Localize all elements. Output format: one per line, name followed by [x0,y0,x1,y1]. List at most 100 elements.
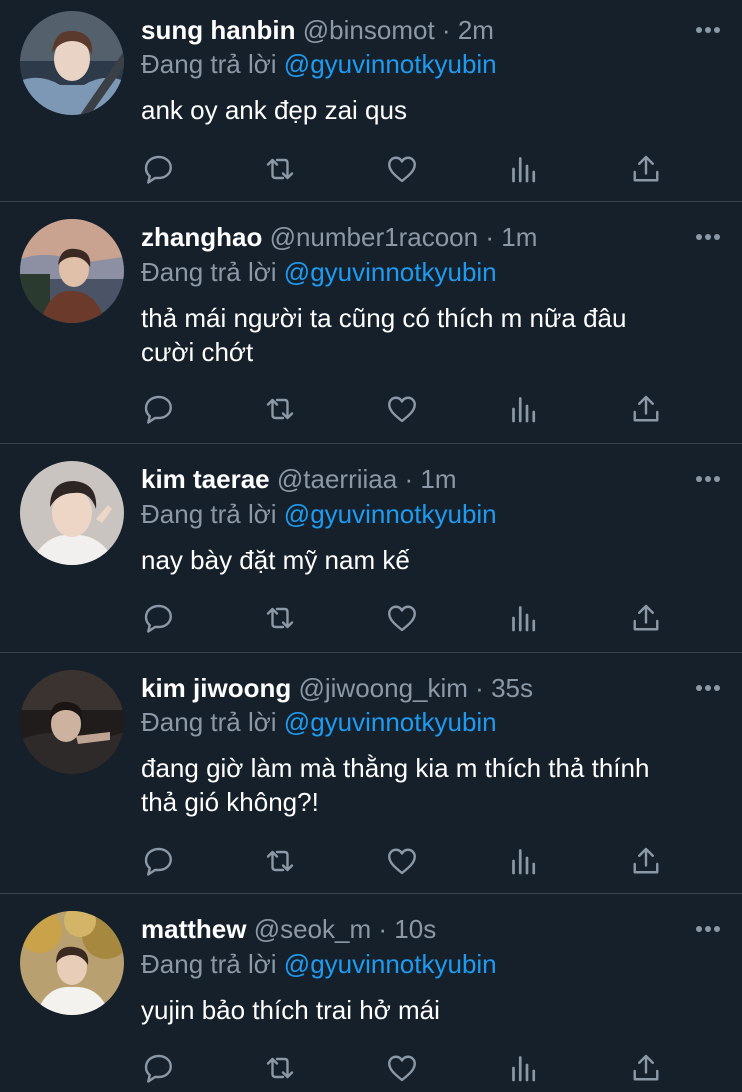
views-button[interactable] [504,1048,544,1088]
more-horizontal-icon [696,27,720,33]
timestamp[interactable]: 10s [394,914,436,944]
views-button[interactable] [504,598,544,638]
share-upload-icon [633,395,659,422]
heart-icon [388,396,416,423]
timestamp[interactable]: 1m [420,464,456,494]
retweet-button[interactable] [260,598,300,638]
more-options-button[interactable] [694,12,722,48]
share-button[interactable] [626,841,666,881]
tweet-header: kim taerae @taerriiaa · 1m [141,461,672,497]
more-options-button[interactable] [694,670,722,706]
separator-dot: · [378,914,388,944]
reply-button[interactable] [138,1048,178,1088]
reply-button[interactable] [138,149,178,189]
retweet-icon [266,850,294,872]
separator-dot: · [441,15,451,45]
more-options-button[interactable] [694,219,722,255]
user-handle[interactable]: @seok_m [254,914,371,944]
more-options-button[interactable] [694,911,722,947]
reply-button[interactable] [138,841,178,881]
display-name[interactable]: sung hanbin [141,15,296,45]
heart-icon [388,1055,416,1082]
avatar[interactable] [20,670,124,774]
share-button[interactable] [626,1048,666,1088]
share-upload-icon [633,604,659,631]
tweet-item[interactable]: sung hanbin @binsomot · 2m Đang trả lời … [0,0,742,202]
analytics-bars-icon [512,606,536,632]
tweet-item[interactable]: matthew @seok_m · 10s Đang trả lời @gyuv… [0,894,742,1092]
like-button[interactable] [382,389,422,429]
share-upload-icon [633,1054,659,1081]
replying-to-line: Đang trả lời @gyuvinnotkyubin [141,254,497,290]
tweet-actions [0,149,742,189]
retweet-button[interactable] [260,389,300,429]
user-handle[interactable]: @number1racoon [270,222,479,252]
user-handle[interactable]: @jiwoong_kim [298,673,467,703]
comment-icon [144,395,172,424]
views-button[interactable] [504,389,544,429]
tweet-text: đang giờ làm mà thằng kia m thích thả th… [141,753,650,817]
share-button[interactable] [626,598,666,638]
user-handle[interactable]: @binsomot [303,15,435,45]
timestamp[interactable]: 35s [491,673,533,703]
share-button[interactable] [626,389,666,429]
more-options-button[interactable] [694,461,722,497]
tweet-text: ank oy ank đẹp zai qus [141,95,407,125]
retweet-icon [266,1057,294,1079]
separator-dot: · [475,673,484,703]
like-button[interactable] [382,149,422,189]
replying-to-line: Đang trả lời @gyuvinnotkyubin [141,496,497,532]
reply-mention-link[interactable]: @gyuvinnotkyubin [284,707,497,737]
avatar[interactable] [20,461,124,565]
avatar[interactable] [20,11,124,115]
reply-button[interactable] [138,598,178,638]
display-name[interactable]: matthew [141,914,246,944]
analytics-bars-icon [512,1056,536,1082]
replying-to-line: Đang trả lời @gyuvinnotkyubin [141,46,497,82]
tweet-header: sung hanbin @binsomot · 2m [141,12,672,48]
display-name[interactable]: kim taerae [141,464,270,494]
tweet-item[interactable]: kim jiwoong @jiwoong_kim · 35s Đang trả … [0,653,742,894]
comment-icon [144,1054,172,1083]
tweet-text: yujin bảo thích trai hở mái [141,995,440,1025]
separator-dot: · [485,222,494,252]
comment-icon [144,604,172,633]
retweet-button[interactable] [260,841,300,881]
reply-mention-link[interactable]: @gyuvinnotkyubin [284,257,497,287]
more-horizontal-icon [696,476,720,482]
retweet-icon [266,158,294,180]
analytics-bars-icon [512,397,536,423]
comment-icon [144,155,172,184]
user-handle[interactable]: @taerriiaa [277,464,397,494]
like-button[interactable] [382,841,422,881]
heart-icon [388,848,416,875]
views-button[interactable] [504,149,544,189]
share-upload-icon [633,847,659,874]
avatar[interactable] [20,219,124,323]
tweet-item[interactable]: kim taerae @taerriiaa · 1m Đang trả lời … [0,444,742,653]
tweet-header: zhanghao @number1racoon · 1m [141,219,672,255]
views-button[interactable] [504,841,544,881]
reply-mention-link[interactable]: @gyuvinnotkyubin [284,499,497,529]
timestamp[interactable]: 2m [458,15,494,45]
heart-icon [388,156,416,183]
replying-to-label: Đang trả lời [141,257,277,287]
timestamp[interactable]: 1m [501,222,537,252]
tweet-header: matthew @seok_m · 10s [141,911,672,947]
retweet-button[interactable] [260,1048,300,1088]
more-horizontal-icon [696,926,720,932]
reply-mention-link[interactable]: @gyuvinnotkyubin [284,49,497,79]
reply-button[interactable] [138,389,178,429]
like-button[interactable] [382,598,422,638]
display-name[interactable]: zhanghao [141,222,262,252]
avatar[interactable] [20,911,124,1015]
display-name[interactable]: kim jiwoong [141,673,291,703]
reply-mention-link[interactable]: @gyuvinnotkyubin [284,949,497,979]
like-button[interactable] [382,1048,422,1088]
retweet-button[interactable] [260,149,300,189]
tweet-header: kim jiwoong @jiwoong_kim · 35s [141,670,672,706]
tweet-actions [0,841,742,881]
share-button[interactable] [626,149,666,189]
tweet-item[interactable]: zhanghao @number1racoon · 1m Đang trả lờ… [0,202,742,444]
heart-icon [388,605,416,632]
